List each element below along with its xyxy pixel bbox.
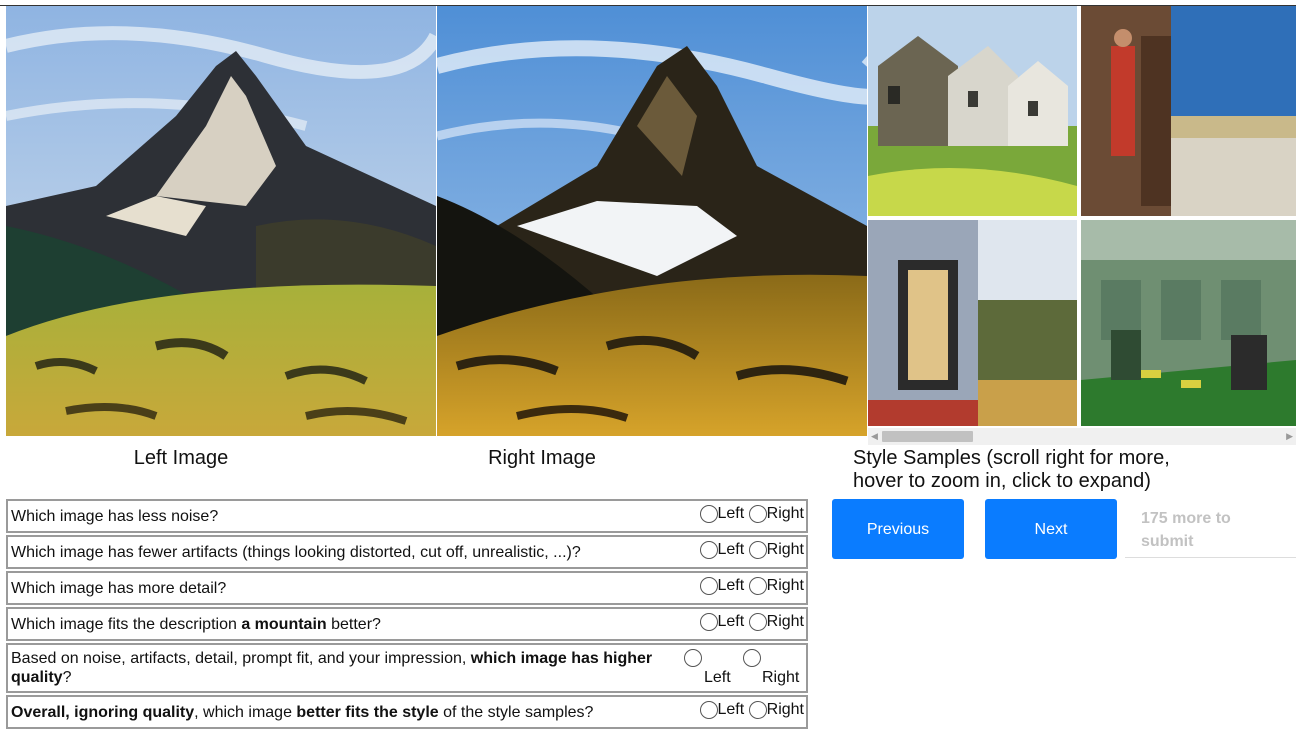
radio-left[interactable] bbox=[699, 701, 718, 719]
radio-left[interactable] bbox=[684, 649, 702, 667]
triangle-right-icon[interactable]: ▶ bbox=[1286, 431, 1293, 442]
style-sample-3[interactable] bbox=[868, 220, 1077, 426]
radio-right[interactable] bbox=[748, 541, 767, 559]
remaining-count-line-2: submit bbox=[1141, 533, 1194, 550]
answer-options: Left Right bbox=[699, 541, 804, 559]
question-text-part: Which image fits the description bbox=[11, 616, 242, 633]
remaining-count-line-1: 175 more to bbox=[1141, 510, 1231, 527]
question-text: Which image fits the description a mount… bbox=[11, 615, 681, 634]
question-text-part: Based on noise, artifacts, detail, promp… bbox=[11, 650, 471, 667]
question-text-part: of the style samples? bbox=[438, 704, 594, 721]
radio-left-label: Left bbox=[717, 577, 745, 594]
radio-right-label: Right bbox=[762, 669, 800, 686]
radio-right-label: Right bbox=[766, 541, 804, 558]
question-text: Which image has less noise? bbox=[11, 507, 681, 526]
question-list: Which image has less noise? Left Right Whi… bbox=[6, 499, 808, 731]
question-text-part: ? bbox=[62, 669, 72, 686]
question-row: Which image fits the description a mount… bbox=[6, 607, 808, 641]
question-text-part: Which image has more detail? bbox=[11, 580, 227, 597]
radio-left-label: Left bbox=[704, 669, 731, 686]
left-image[interactable] bbox=[6, 6, 436, 436]
previous-button[interactable]: Previous bbox=[832, 499, 964, 559]
question-text: Which image has more detail? bbox=[11, 579, 681, 598]
question-text-bold: Overall, ignoring quality bbox=[11, 704, 195, 721]
question-row: Based on noise, artifacts, detail, promp… bbox=[6, 643, 808, 693]
radio-right-label: Right bbox=[766, 577, 804, 594]
answer-options: Left Right bbox=[699, 701, 804, 719]
radio-right[interactable] bbox=[748, 505, 767, 523]
style-sample-4[interactable] bbox=[1081, 220, 1296, 426]
style-samples-caption: Style Samples (scroll right for more, ho… bbox=[853, 447, 1293, 493]
question-row: Overall, ignoring quality, which image b… bbox=[6, 695, 808, 729]
scrollbar-thumb[interactable] bbox=[882, 431, 973, 442]
left-image-caption: Left Image bbox=[133, 447, 229, 469]
style-sample-1[interactable] bbox=[868, 6, 1077, 216]
question-row: Which image has more detail? Left Right bbox=[6, 571, 808, 605]
question-row: Which image has fewer artifacts (things … bbox=[6, 535, 808, 569]
radio-right[interactable] bbox=[748, 577, 767, 595]
radio-left-label: Left bbox=[717, 701, 745, 718]
style-sample-2[interactable] bbox=[1081, 6, 1296, 216]
question-text: Based on noise, artifacts, detail, promp… bbox=[11, 649, 681, 687]
remaining-count: 175 more to submit bbox=[1125, 499, 1296, 558]
question-text-part: Which image has fewer artifacts (things … bbox=[11, 544, 581, 561]
answer-options: Left Right bbox=[699, 613, 804, 631]
answer-options: Left Right bbox=[699, 505, 804, 523]
radio-left[interactable] bbox=[699, 541, 718, 559]
radio-left-label: Left bbox=[717, 613, 745, 630]
radio-left[interactable] bbox=[699, 613, 718, 631]
radio-left[interactable] bbox=[699, 577, 718, 595]
next-button[interactable]: Next bbox=[985, 499, 1117, 559]
right-image[interactable] bbox=[437, 6, 867, 436]
radio-right[interactable] bbox=[748, 701, 767, 719]
question-text-bold: a mountain bbox=[241, 616, 327, 633]
question-text-part: , which image bbox=[194, 704, 297, 721]
style-samples-caption-line-1: Style Samples (scroll right for more, bbox=[853, 447, 1170, 469]
style-samples-caption-line-2: hover to zoom in, click to expand) bbox=[853, 470, 1151, 492]
question-text: Overall, ignoring quality, which image b… bbox=[11, 703, 681, 722]
question-text-part: Which image has less noise? bbox=[11, 508, 219, 525]
radio-right-label: Right bbox=[766, 701, 804, 718]
answer-options: Left Right bbox=[682, 647, 804, 691]
question-row: Which image has less noise? Left Right bbox=[6, 499, 808, 533]
radio-right-label: Right bbox=[766, 613, 804, 630]
style-samples-gallery[interactable] bbox=[868, 6, 1296, 426]
radio-left[interactable] bbox=[699, 505, 718, 523]
radio-left-label: Left bbox=[717, 505, 745, 522]
radio-right[interactable] bbox=[748, 613, 767, 631]
radio-right[interactable] bbox=[743, 649, 761, 667]
right-image-caption: Right Image bbox=[488, 447, 596, 469]
question-text-bold: better fits the style bbox=[296, 704, 439, 721]
triangle-left-icon[interactable]: ◀ bbox=[871, 431, 878, 442]
question-text: Which image has fewer artifacts (things … bbox=[11, 543, 681, 562]
radio-left-label: Left bbox=[717, 541, 745, 558]
question-text-part: better? bbox=[326, 616, 381, 633]
radio-right-label: Right bbox=[766, 505, 804, 522]
gallery-scrollbar[interactable]: ◀ ▶ bbox=[868, 428, 1296, 445]
answer-options: Left Right bbox=[699, 577, 804, 595]
